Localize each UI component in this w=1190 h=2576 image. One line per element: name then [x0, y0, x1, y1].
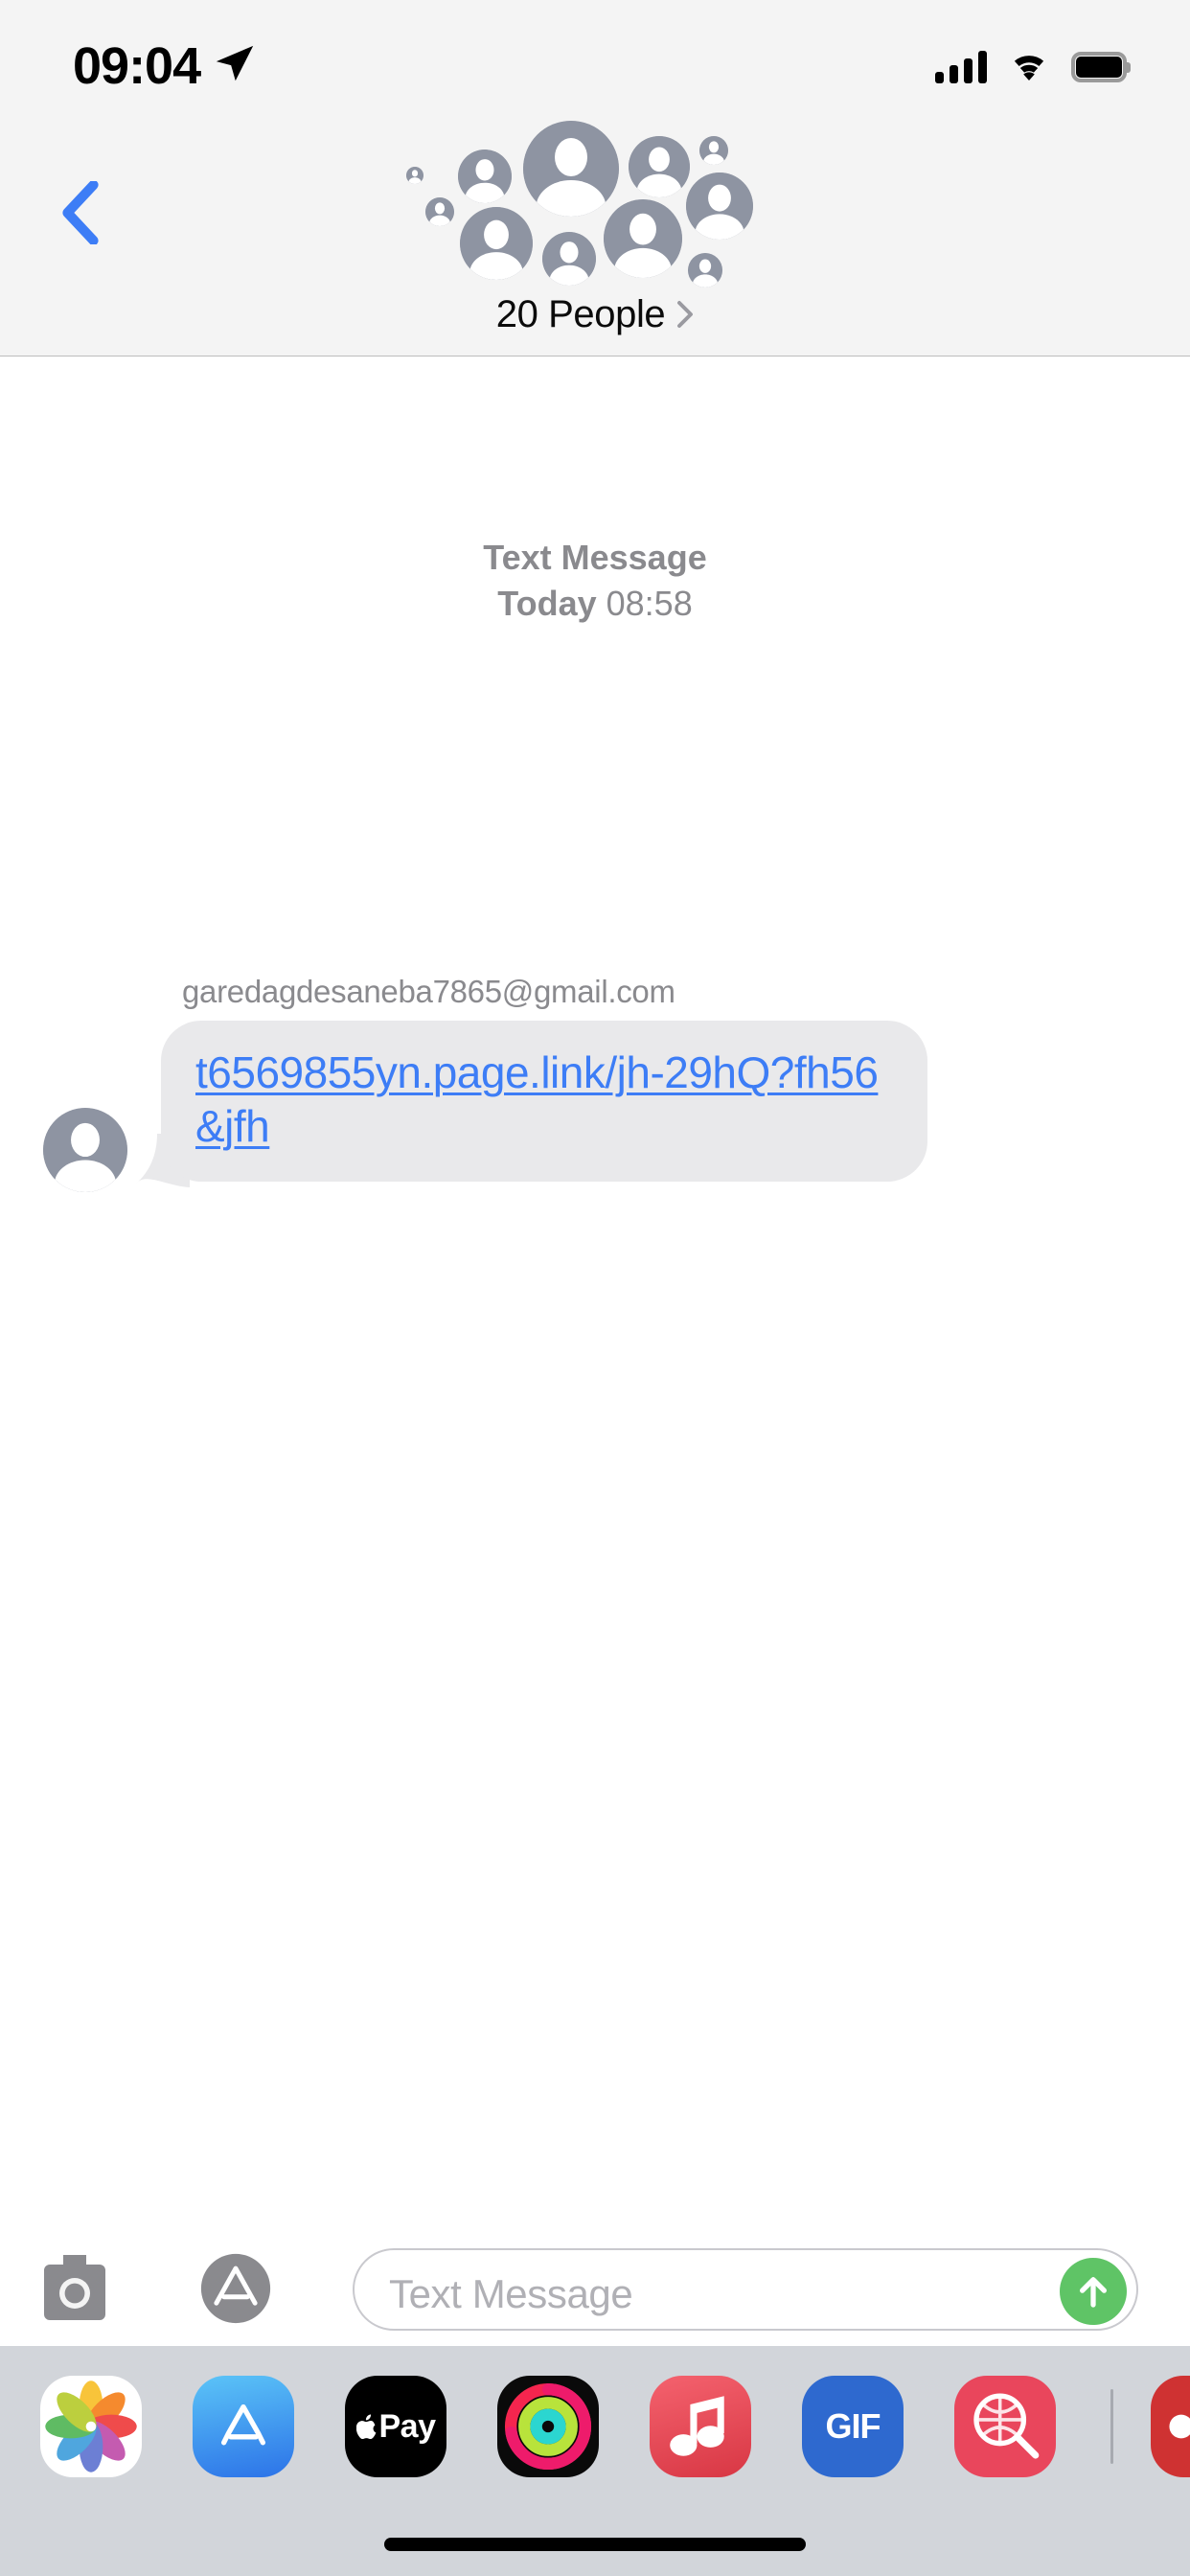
status-bar-indicators	[935, 44, 1131, 90]
group-avatar-cluster[interactable]	[406, 113, 765, 288]
message-sender-label: garedagdesaneba7865@gmail.com	[182, 974, 675, 1009]
battery-full-icon	[1071, 52, 1131, 82]
camera-icon[interactable]	[38, 2254, 111, 2321]
photos-icon	[45, 2380, 137, 2472]
music-note-icon	[670, 2396, 724, 2456]
message-input-bar: Text Message	[0, 2231, 1190, 2346]
conversation-header: 09:04 20 People	[0, 0, 1190, 356]
text-message-field[interactable]: Text Message	[353, 2248, 1138, 2331]
wifi-icon	[1014, 56, 1044, 80]
avatar	[699, 136, 728, 165]
app-drawer-item-images[interactable]: GIF	[802, 2376, 904, 2477]
home-indicator[interactable]	[384, 2538, 806, 2551]
avatar	[542, 232, 596, 286]
more-apps-icon	[1169, 2414, 1190, 2439]
avatar	[458, 150, 512, 203]
apple-pay-label: Pay	[378, 2407, 437, 2445]
chevron-right-icon	[677, 301, 694, 328]
back-button[interactable]	[36, 169, 125, 257]
app-drawer-list: Pay GIF	[0, 2373, 1190, 2480]
avatar	[688, 253, 722, 288]
app-drawer-item-photos[interactable]	[40, 2376, 142, 2477]
magnifier-globe-icon	[973, 2393, 1040, 2459]
app-store-icon[interactable]	[199, 2252, 272, 2325]
status-bar-clock: 09:04	[73, 37, 201, 95]
avatar	[425, 197, 454, 226]
apple-logo-icon	[355, 2414, 376, 2439]
app-store-icon	[220, 2404, 266, 2446]
app-drawer-item-activity[interactable]	[497, 2376, 599, 2477]
person-avatar-icon	[43, 1108, 127, 1192]
app-drawer-item-apple-pay[interactable]: Pay	[345, 2376, 446, 2477]
gif-label: GIF	[825, 2406, 881, 2446]
participants-label: 20 People	[495, 292, 666, 335]
avatar	[406, 167, 423, 184]
participants-button[interactable]: 20 People	[0, 288, 1190, 341]
app-drawer-item-more[interactable]	[1151, 2376, 1190, 2477]
message-kind-label: Text Message	[483, 538, 707, 577]
message-time-label: Today 08:58	[0, 581, 1190, 627]
gif-icon: GIF	[826, 2406, 881, 2447]
message-timestamp-header: Text Message Today 08:58	[0, 535, 1190, 626]
message-day: Today	[497, 583, 597, 623]
app-drawer-item-app-store[interactable]	[193, 2376, 294, 2477]
chevron-left-icon	[62, 181, 99, 244]
message-sender-avatar[interactable]	[43, 1108, 127, 1192]
messages-screen: 09:04 20 People Text Message Today 08:58…	[0, 0, 1190, 2576]
avatar	[460, 207, 533, 280]
message-thread[interactable]: Text Message Today 08:58 garedagdesaneba…	[0, 357, 1190, 2231]
apple-pay-icon: Pay	[355, 2407, 437, 2446]
avatar	[686, 172, 753, 240]
message-link[interactable]: t6569855yn.page.link/jh-29hQ?fh56&jfh	[195, 1046, 893, 1153]
app-drawer-item-music[interactable]	[650, 2376, 751, 2477]
cellular-signal-icon	[935, 51, 987, 83]
avatar	[629, 136, 690, 197]
message-clock: 08:58	[606, 583, 693, 623]
app-drawer-divider	[1110, 2389, 1113, 2464]
location-arrow-icon	[216, 45, 254, 81]
activity-rings-icon	[504, 2382, 592, 2471]
avatar	[523, 121, 619, 217]
arrow-up-icon	[1080, 2277, 1107, 2308]
send-button[interactable]	[1060, 2258, 1127, 2325]
avatar	[604, 199, 682, 278]
message-bubble[interactable]: t6569855yn.page.link/jh-29hQ?fh56&jfh	[161, 1021, 927, 1183]
text-message-placeholder: Text Message	[389, 2271, 633, 2316]
app-drawer-item-digital-touch[interactable]	[954, 2376, 1056, 2477]
